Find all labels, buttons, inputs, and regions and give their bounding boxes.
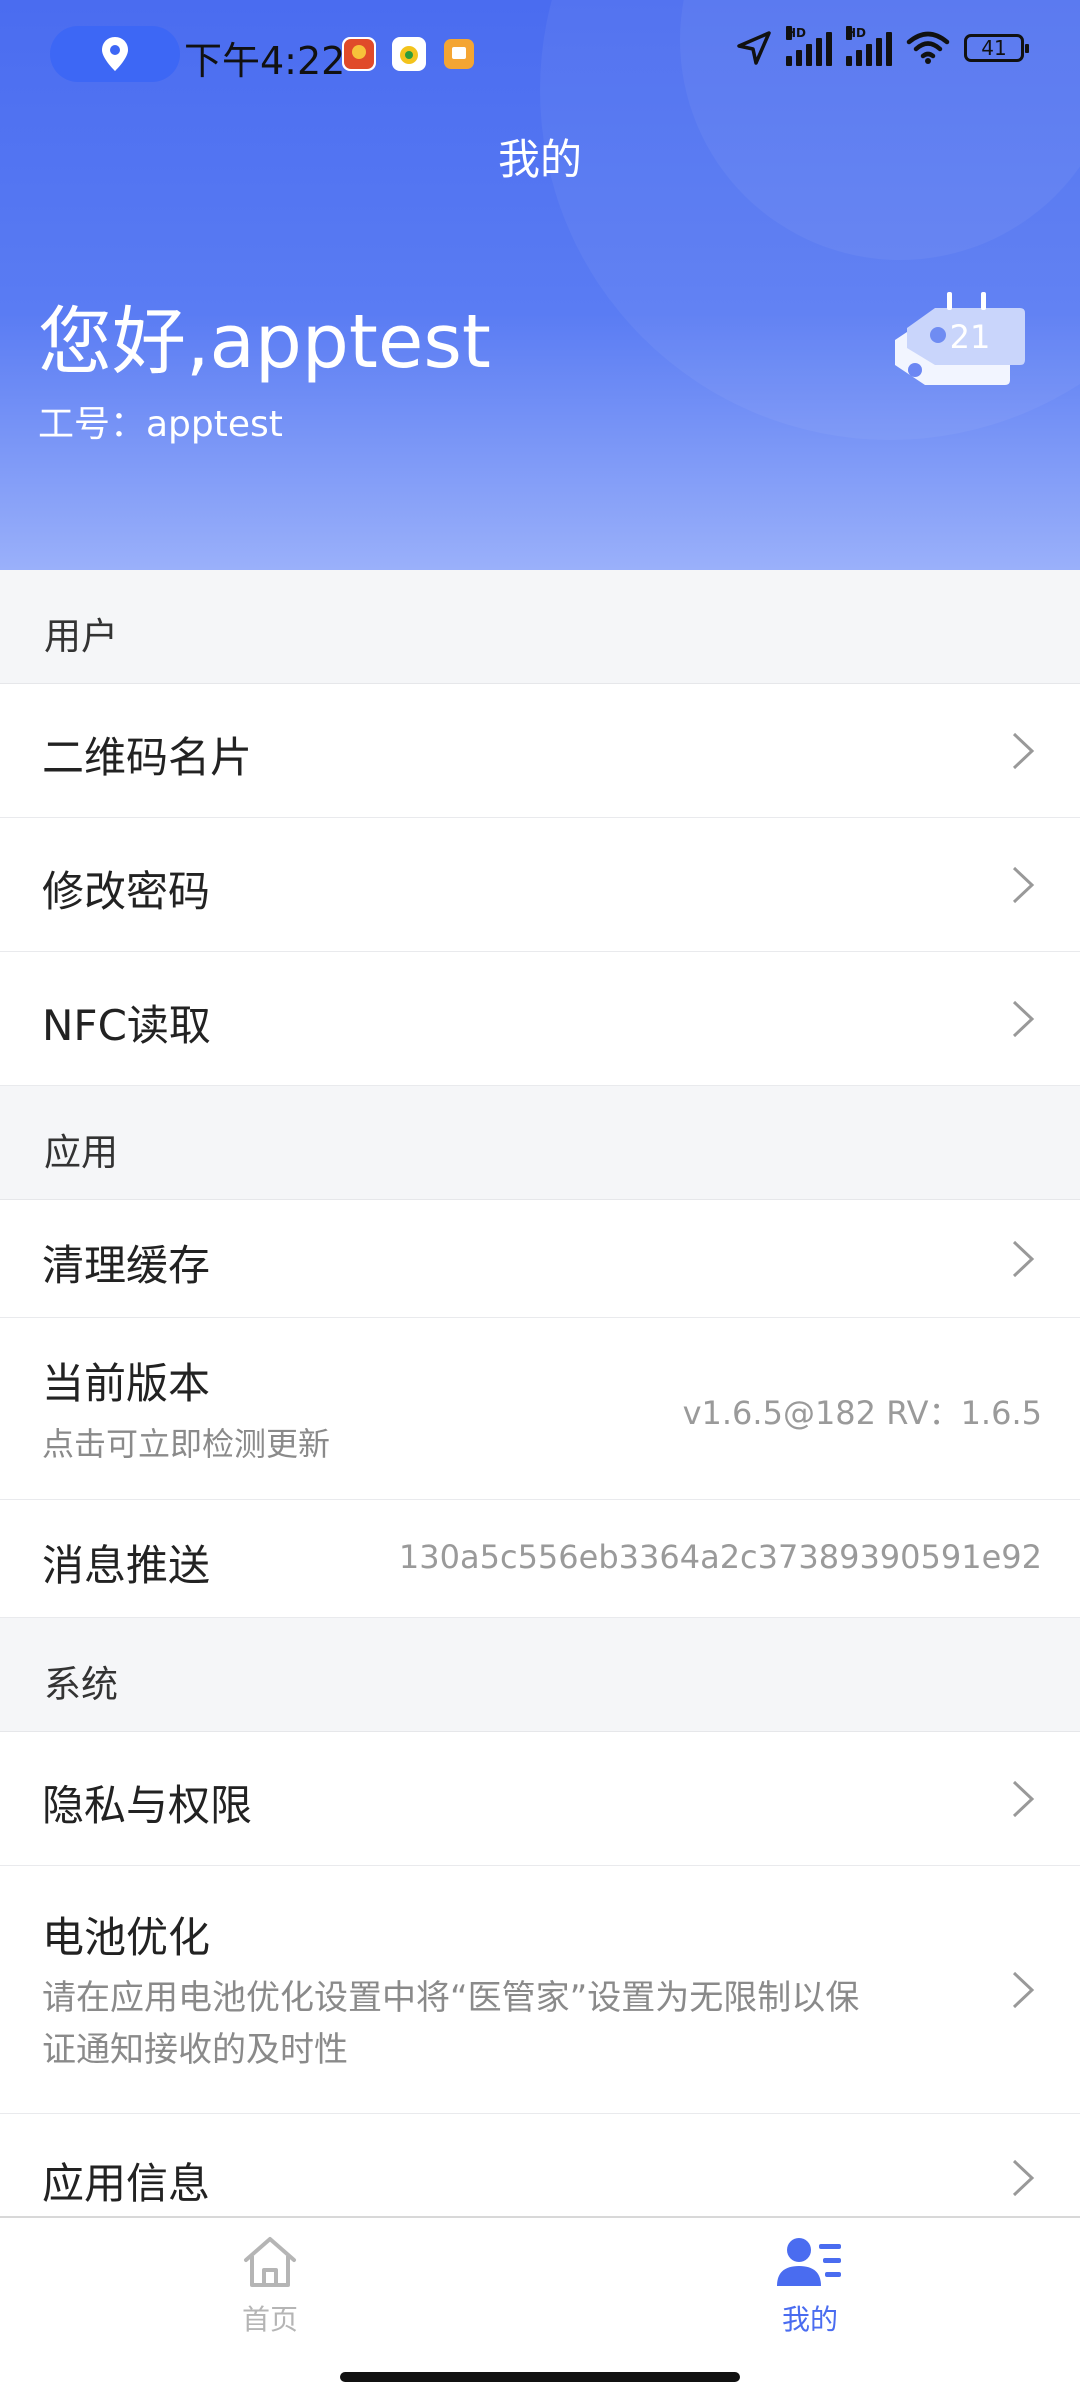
- tab-label: 首页: [241, 2303, 298, 2336]
- section-label: 用户: [44, 615, 118, 658]
- chevron-right-icon: [1012, 732, 1035, 770]
- navigation-arrow-icon: [737, 31, 771, 65]
- tab-mine[interactable]: 我的: [710, 2234, 910, 2338]
- menu-item-label: 电池优化: [42, 1913, 211, 1962]
- tag-badge-icon[interactable]: 21: [855, 290, 1035, 410]
- home-icon: [244, 2237, 296, 2287]
- chevron-right-icon: [1012, 866, 1035, 904]
- menu-item-privacy-permissions[interactable]: 隐私与权限: [0, 1732, 1080, 1866]
- chevron-right-icon: [1012, 1971, 1035, 2009]
- chevron-right-icon: [1012, 2159, 1035, 2197]
- menu-item-label: 当前版本: [42, 1359, 211, 1408]
- chevron-right-icon: [1012, 1780, 1035, 1818]
- status-bar: 下午4:22 HD HD 41: [0, 0, 1080, 108]
- location-pill[interactable]: [50, 26, 180, 82]
- battery-indicator: 41: [964, 34, 1029, 62]
- cellular-signal-icon: HD: [786, 26, 832, 66]
- menu-item-label: 隐私与权限: [42, 1781, 253, 1830]
- menu-item-subtitle: 证通知接收的及时性: [42, 2030, 348, 2070]
- location-pin-icon: [102, 37, 128, 71]
- menu-item-subtitle: 请在应用电池优化设置中将“医管家”设置为无限制以保: [42, 1978, 860, 2018]
- tag-badge-number: 21: [950, 318, 991, 356]
- menu-item-label: 消息推送: [42, 1541, 211, 1590]
- menu-item-label: 修改密码: [42, 867, 211, 916]
- menu-item-push-message[interactable]: 消息推送 130a5c556eb3364a2c37389390591e92: [0, 1500, 1080, 1618]
- status-right-group: HD HD 41: [736, 26, 1029, 66]
- menu-item-nfc-read[interactable]: NFC读取: [0, 952, 1080, 1086]
- menu-item-current-version[interactable]: 当前版本 点击可立即检测更新 v1.6.5@182 RV：1.6.5: [0, 1318, 1080, 1500]
- version-value: v1.6.5@182 RV：1.6.5: [682, 1394, 1042, 1432]
- profile-header: 下午4:22 HD HD 41 我的 您好,apptest 工号：apptest…: [0, 0, 1080, 570]
- menu-item-label: NFC读取: [42, 1001, 211, 1050]
- employee-id: 工号：apptest: [38, 404, 283, 445]
- greeting-text: 您好,apptest: [38, 299, 491, 385]
- status-time: 下午4:22: [184, 39, 346, 83]
- section-header-user: 用户: [0, 570, 1080, 684]
- home-indicator[interactable]: [340, 2372, 740, 2382]
- section-label: 系统: [44, 1663, 118, 1706]
- menu-item-subtitle: 点击可立即检测更新: [42, 1425, 331, 1463]
- menu-item-change-password[interactable]: 修改密码: [0, 818, 1080, 952]
- notification-app-icon: [442, 37, 476, 71]
- menu-item-label: 二维码名片: [42, 733, 253, 782]
- cellular-signal-icon: HD: [846, 26, 892, 66]
- tab-label: 我的: [781, 2303, 838, 2336]
- menu-item-label: 清理缓存: [42, 1241, 211, 1290]
- menu-item-battery-optimization[interactable]: 电池优化 请在应用电池优化设置中将“医管家”设置为无限制以保 证通知接收的及时性: [0, 1866, 1080, 2114]
- menu-item-qr-card[interactable]: 二维码名片: [0, 684, 1080, 818]
- section-label: 应用: [44, 1131, 118, 1174]
- push-token-value: 130a5c556eb3364a2c37389390591e92: [398, 1538, 1042, 1576]
- chevron-right-icon: [1012, 1240, 1035, 1278]
- page-title: 我的: [497, 135, 582, 184]
- user-profile-icon: [777, 2238, 841, 2286]
- notification-app-icon: [342, 37, 376, 71]
- notification-app-icon: [392, 37, 426, 71]
- wifi-icon: [906, 31, 950, 64]
- menu-item-clear-cache[interactable]: 清理缓存: [0, 1200, 1080, 1318]
- menu-item-label: 应用信息: [42, 2159, 211, 2208]
- tab-home[interactable]: 首页: [170, 2234, 370, 2338]
- section-header-app: 应用: [0, 1086, 1080, 1200]
- chevron-right-icon: [1012, 1000, 1035, 1038]
- menu-item-app-info[interactable]: 应用信息: [0, 2114, 1080, 2216]
- section-header-system: 系统: [0, 1618, 1080, 1732]
